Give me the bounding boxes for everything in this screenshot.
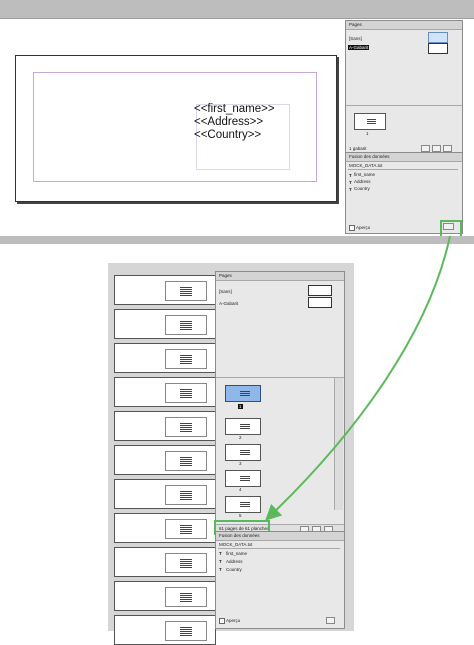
master-thumb[interactable] bbox=[428, 43, 448, 54]
field-country[interactable]: Country bbox=[354, 186, 370, 191]
master-label[interactable]: A-Gabarit bbox=[348, 45, 370, 50]
page-number: 5 bbox=[239, 513, 242, 518]
new-page-button[interactable] bbox=[432, 145, 441, 152]
merged-page[interactable] bbox=[114, 411, 216, 441]
text-field-icon: T bbox=[349, 180, 352, 185]
delete-page-button[interactable] bbox=[443, 145, 452, 152]
data-merge-panel: Fusion des données MOCK_DATA.txt T first… bbox=[215, 531, 345, 629]
pages-scrollbar[interactable] bbox=[334, 378, 343, 510]
merged-page[interactable] bbox=[114, 513, 216, 543]
page-number: 4 bbox=[239, 487, 242, 492]
text-frame[interactable]: <<first_name>> <<Address>> <<Country>> bbox=[194, 103, 290, 170]
merged-page[interactable] bbox=[114, 309, 216, 339]
text-field-icon: T bbox=[219, 551, 222, 556]
status-bar bbox=[0, 236, 474, 244]
pages-status: 1 gabarit bbox=[349, 146, 367, 151]
bottom-screenshot: Pages [Sans] A-Gabarit 1 2 3 4 5 61 page… bbox=[108, 263, 354, 645]
none-master-label[interactable]: [Sans] bbox=[349, 36, 362, 41]
none-master-thumb[interactable] bbox=[308, 285, 332, 296]
data-merge-tab[interactable]: Fusion des données bbox=[216, 532, 344, 541]
data-source-file: MOCK_DATA.txt bbox=[349, 163, 383, 168]
pages-panel-expanded: Pages [Sans] A-Gabarit 1 2 3 4 5 61 page… bbox=[215, 271, 345, 533]
text-field-icon: T bbox=[219, 567, 222, 572]
page-number: 3 bbox=[239, 461, 242, 466]
application-bar bbox=[0, 0, 474, 19]
text-field-icon: T bbox=[349, 173, 352, 178]
edit-page-size-button[interactable] bbox=[421, 145, 430, 152]
merged-page[interactable] bbox=[114, 275, 216, 305]
preview-label: Aperçu bbox=[356, 225, 371, 230]
none-master-label[interactable]: [Sans] bbox=[219, 289, 232, 294]
page-number: 1 bbox=[366, 131, 369, 136]
document-page[interactable]: <<first_name>> <<Address>> <<Country>> bbox=[15, 55, 337, 202]
field-country[interactable]: Country bbox=[226, 567, 242, 572]
preview-checkbox[interactable] bbox=[219, 618, 225, 624]
create-merged-document-button[interactable] bbox=[326, 617, 335, 624]
panel-divider bbox=[346, 105, 462, 106]
page-number: 1 bbox=[238, 404, 243, 409]
merged-page[interactable] bbox=[114, 581, 216, 611]
data-merge-tab[interactable]: Fusion des données bbox=[346, 153, 462, 162]
page-thumb[interactable] bbox=[225, 496, 261, 513]
page-thumb[interactable] bbox=[225, 470, 261, 487]
field-address[interactable]: Address bbox=[226, 559, 243, 564]
page-thumb-selected[interactable] bbox=[225, 385, 261, 402]
top-screenshot: <<first_name>> <<Address>> <<Country>> P… bbox=[0, 0, 474, 244]
pages-panel: Pages [Sans] A-Gabarit 1 1 gabarit bbox=[345, 20, 463, 153]
merged-page[interactable] bbox=[114, 343, 216, 373]
pages-panel-title: Pages bbox=[349, 22, 362, 27]
page-thumb[interactable] bbox=[225, 418, 261, 435]
preview-checkbox[interactable] bbox=[349, 225, 355, 231]
merge-field-country: <<Country>> bbox=[194, 129, 262, 141]
merged-page[interactable] bbox=[114, 615, 216, 645]
pages-panel-title: Pages bbox=[219, 273, 232, 278]
field-address[interactable]: Address bbox=[354, 179, 371, 184]
merge-field-address: <<Address>> bbox=[194, 116, 264, 128]
merged-page[interactable] bbox=[114, 377, 216, 407]
none-master-thumb[interactable] bbox=[428, 32, 448, 43]
merged-page[interactable] bbox=[114, 547, 216, 577]
text-field-icon: T bbox=[349, 187, 352, 192]
page-number: 2 bbox=[239, 435, 242, 440]
merged-page[interactable] bbox=[114, 479, 216, 509]
text-field-icon: T bbox=[219, 559, 222, 564]
merged-page[interactable] bbox=[114, 445, 216, 475]
merge-field-first-name: <<first_name>> bbox=[194, 103, 275, 115]
data-merge-title: Fusion des données bbox=[349, 154, 390, 159]
divider bbox=[218, 548, 340, 549]
preview-label: Aperçu bbox=[226, 618, 241, 623]
pages-panel-tab[interactable]: Pages bbox=[346, 21, 462, 30]
panel-divider bbox=[216, 377, 344, 378]
page-thumb[interactable] bbox=[354, 113, 386, 130]
field-first-name[interactable]: first_name bbox=[354, 172, 375, 177]
pages-panel-tab[interactable]: Pages bbox=[216, 272, 344, 281]
field-first-name[interactable]: first_name bbox=[226, 551, 247, 556]
page-thumb[interactable] bbox=[225, 444, 261, 461]
divider bbox=[348, 169, 458, 170]
data-merge-title: Fusion des données bbox=[219, 533, 260, 538]
master-label[interactable]: A-Gabarit bbox=[219, 301, 238, 306]
master-thumb[interactable] bbox=[308, 297, 332, 308]
data-source-file: MOCK_DATA.txt bbox=[219, 542, 253, 547]
